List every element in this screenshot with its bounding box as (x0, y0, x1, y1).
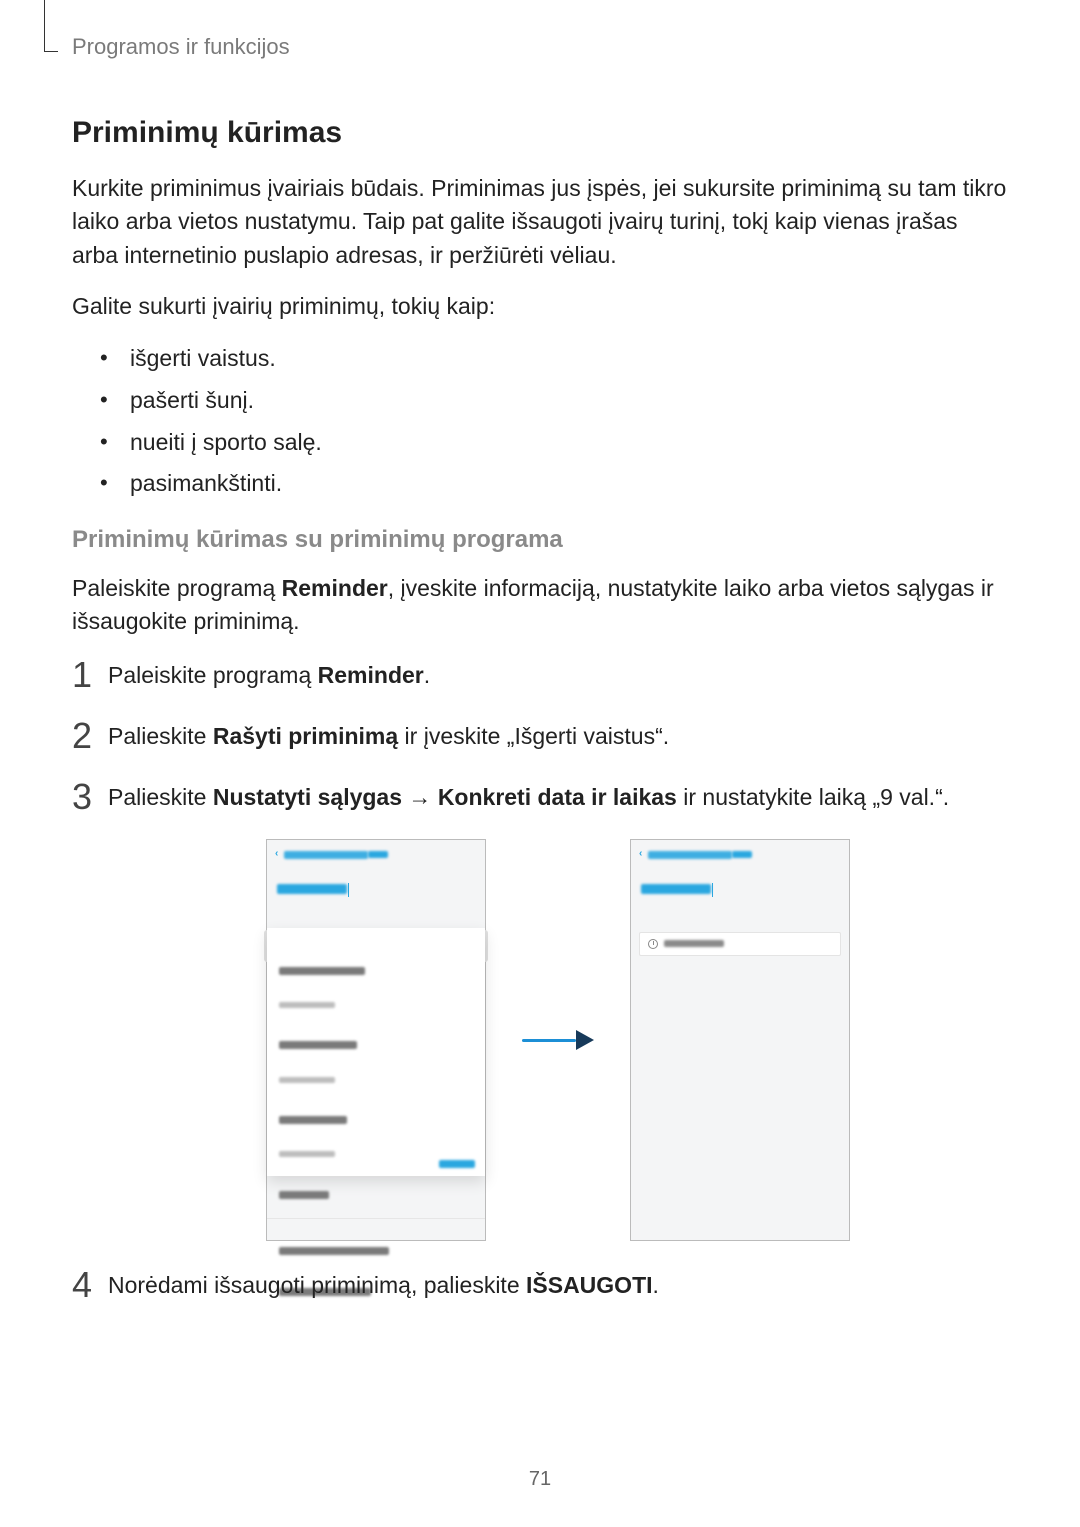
step-3: 3 Palieskite Nustatyti sąlygas → Konkret… (72, 781, 1008, 1240)
bold-text: Konkreti data ir laikas (438, 784, 677, 810)
list-item: nueiti į sporto salę. (100, 425, 1008, 461)
back-icon: ‹ (639, 847, 642, 862)
step-1: 1 Paleiskite programą Reminder. (72, 659, 1008, 692)
conditions-panel (267, 928, 485, 1176)
intro-paragraph: Kurkite priminimus įvairiais būdais. Pri… (72, 172, 1008, 272)
page-title: Priminimų kūrimas (72, 116, 1008, 150)
examples-list: išgerti vaistus. pašerti šunį. nueiti į … (100, 341, 1008, 502)
text-cursor (712, 883, 713, 897)
bold-text: Nustatyti sąlygas (213, 784, 402, 810)
arrow-right-icon (522, 1028, 594, 1052)
subheading: Priminimų kūrimas su priminimų programa (72, 526, 1008, 554)
app-bar-title (284, 851, 368, 859)
screenshot-row: ‹ (108, 839, 1008, 1241)
binding-notch (44, 0, 58, 52)
list-item: pasimankštinti. (100, 466, 1008, 502)
text: . (653, 1272, 659, 1298)
examples-lead: Galite sukurti įvairių priminimų, tokių … (72, 290, 1008, 323)
app-bar: ‹ (631, 840, 849, 870)
text: ir nustatykite laiką „9 val.“. (677, 784, 949, 810)
text-cursor (348, 883, 349, 897)
steps-list: 1 Paleiskite programą Reminder. 2 Palies… (72, 659, 1008, 1302)
option-row (267, 945, 485, 1020)
clock-icon (648, 939, 658, 949)
step-4: 4 Norėdami išsaugoti priminimą, palieski… (72, 1269, 1008, 1302)
typed-text (641, 884, 711, 894)
app-bar-title (648, 851, 732, 859)
back-icon: ‹ (275, 847, 278, 862)
bold-text: Reminder (282, 575, 388, 601)
app-bar-action (732, 851, 752, 858)
option-row (267, 1019, 485, 1094)
bold-text: IŠSAUGOTI (526, 1272, 653, 1298)
app-bar: ‹ (267, 840, 485, 870)
text: Palieskite (108, 784, 213, 810)
reminder-text-input (267, 870, 485, 928)
list-item: išgerti vaistus. (100, 341, 1008, 377)
step-number: 1 (72, 649, 102, 701)
bold-text: Rašyti priminimą (213, 723, 398, 749)
app-bar-action (368, 851, 388, 858)
panel-footer-action (439, 1160, 475, 1168)
option-row (267, 1225, 485, 1266)
text: Paleiskite programą (72, 575, 282, 601)
option-row (267, 1169, 485, 1210)
sub-intro: Paleiskite programą Reminder, įveskite i… (72, 572, 1008, 639)
divider (267, 1218, 485, 1219)
page-number: 71 (0, 1468, 1080, 1491)
text: Palieskite (108, 723, 213, 749)
step-number: 2 (72, 710, 102, 762)
arrow-glyph: → (402, 784, 438, 810)
bold-text: Reminder (318, 662, 424, 688)
reminder-text-input (631, 870, 849, 928)
screenshot-create-reminder: ‹ (266, 839, 486, 1241)
text: Paleiskite programą (108, 662, 318, 688)
typed-text (277, 884, 347, 894)
step-number: 4 (72, 1259, 102, 1311)
text: . (424, 662, 430, 688)
text: ir įveskite „Išgerti vaistus“. (398, 723, 669, 749)
breadcrumb: Programos ir funkcijos (72, 34, 1008, 60)
time-chip (639, 932, 841, 956)
step-number: 3 (72, 771, 102, 823)
text: Norėdami išsaugoti priminimą, palieskite (108, 1272, 526, 1298)
list-item: pašerti šunį. (100, 383, 1008, 419)
time-chip-text (664, 940, 724, 947)
option-row (267, 1094, 485, 1169)
screenshot-reminder-saved: ‹ (630, 839, 850, 1241)
step-2: 2 Palieskite Rašyti priminimą ir įveskit… (72, 720, 1008, 753)
